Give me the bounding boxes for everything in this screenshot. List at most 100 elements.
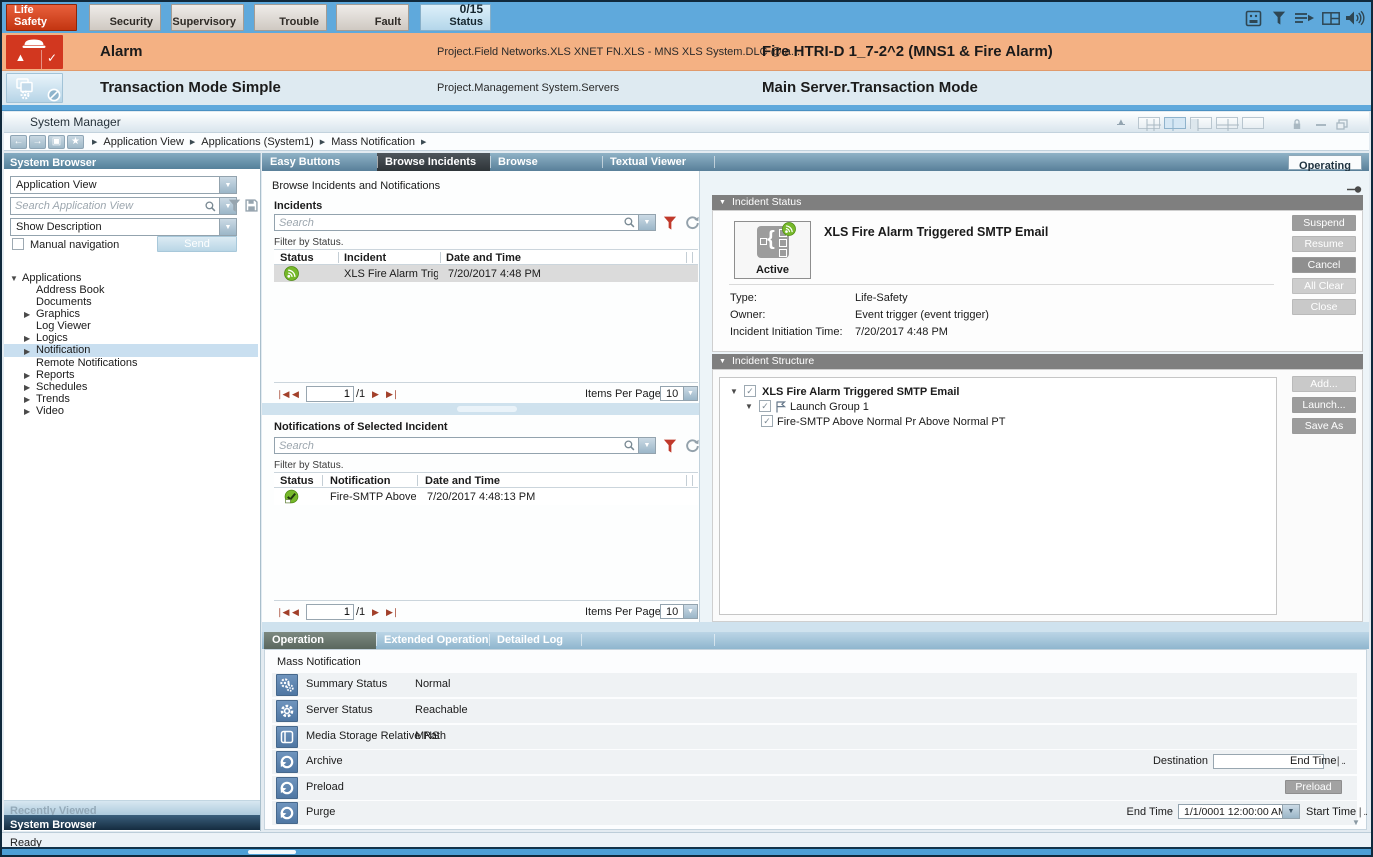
layout-single-pane-icon[interactable]	[1242, 117, 1264, 129]
column-status[interactable]: Status	[280, 251, 314, 265]
column-status[interactable]: Status	[280, 474, 314, 488]
tree-item-trends[interactable]: ▶Trends	[4, 393, 258, 405]
notifications-refresh-icon[interactable]	[685, 438, 700, 458]
split-view-icon[interactable]	[1322, 12, 1340, 30]
chevron-down-icon[interactable]: ▼	[219, 219, 236, 235]
op-row-media-storage[interactable]: Media Storage Relative Path MNS	[272, 725, 1357, 749]
tree-item-notification[interactable]: ▶Notification	[4, 344, 258, 357]
tree-item-address-book[interactable]: Address Book	[4, 284, 258, 296]
op-row-archive[interactable]: Archive Destination End Time ❘..	[272, 750, 1357, 774]
end-time-picker-handle[interactable]: ❘..	[1334, 756, 1345, 767]
page-number-input[interactable]	[306, 604, 354, 620]
notification-row[interactable]: Fire-SMTP Above No 7/20/2017 4:48:13 PM	[274, 488, 698, 505]
tab-extended-operation[interactable]: Extended Operation	[376, 632, 489, 649]
layout-left-pane-icon[interactable]	[1190, 117, 1212, 129]
sound-icon[interactable]	[1345, 10, 1365, 31]
tree-item-log-viewer[interactable]: Log Viewer	[4, 320, 258, 332]
save-as-button[interactable]: Save As	[1292, 418, 1356, 434]
minimize-icon[interactable]	[1316, 124, 1326, 126]
alarm-source-icon[interactable]: ▲ ✓	[6, 35, 63, 69]
tree-item-graphics[interactable]: ▶Graphics	[4, 308, 258, 320]
fault-button[interactable]: Fault	[336, 4, 409, 31]
collapse-icon[interactable]: ▼	[719, 354, 726, 369]
next-page-icon[interactable]: ▶	[372, 389, 378, 400]
collapse-pane-icon[interactable]: ▲	[1117, 117, 1125, 127]
browser-filter-icon[interactable]	[228, 199, 241, 218]
favorites-star-button[interactable]: ★	[67, 135, 84, 149]
collapse-icon[interactable]: ▼	[719, 195, 726, 210]
layout-grid-icon[interactable]	[1216, 117, 1238, 129]
tree-item-logics[interactable]: ▶Logics	[4, 332, 258, 344]
structure-checkbox[interactable]: ✓	[761, 415, 773, 427]
event-panel-icon[interactable]	[1245, 10, 1262, 32]
resume-button[interactable]: Resume	[1292, 236, 1356, 252]
tree-item-reports[interactable]: ▶Reports	[4, 369, 258, 381]
browser-search-input[interactable]	[11, 200, 202, 212]
supervisory-button[interactable]: Supervisory	[171, 4, 244, 31]
search-icon[interactable]	[202, 201, 219, 212]
tab-textual-viewer[interactable]: Textual Viewer	[602, 153, 714, 171]
expander-icon[interactable]: ▶	[24, 406, 30, 418]
operating-mode-button[interactable]: Operating	[1288, 155, 1362, 170]
incident-row[interactable]: XLS Fire Alarm Triggere 7/20/2017 4:48 P…	[274, 265, 698, 282]
event-filter-icon[interactable]	[1272, 11, 1286, 31]
incidents-search-input[interactable]	[275, 217, 621, 229]
suspend-button[interactable]: Suspend	[1292, 215, 1356, 231]
status-button[interactable]: 0/15 Status	[420, 4, 491, 31]
notifications-table-body[interactable]	[274, 505, 698, 601]
scroll-down-icon[interactable]: ▼	[1352, 818, 1360, 827]
tree-item-video[interactable]: ▶Video	[4, 405, 258, 417]
op-row-server-status[interactable]: Server Status Reachable	[272, 699, 1357, 723]
add-button[interactable]: Add...	[1292, 376, 1356, 392]
tab-browse-notifications[interactable]: Browse Notifications	[490, 153, 602, 171]
send-button[interactable]: Send	[157, 236, 237, 252]
items-per-page-select[interactable]: 10 ▼	[660, 604, 698, 619]
manual-navigation-checkbox[interactable]	[12, 238, 24, 250]
chevron-down-icon[interactable]: ▼	[683, 387, 697, 400]
forward-button[interactable]: →	[29, 135, 46, 149]
column-datetime[interactable]: Date and Time	[425, 474, 500, 488]
tree-item-schedules[interactable]: ▶Schedules	[4, 381, 258, 393]
collapse-expander-icon[interactable]: ▼	[730, 387, 738, 396]
back-button[interactable]: ←	[10, 135, 27, 149]
all-clear-button[interactable]: All Clear	[1292, 278, 1356, 294]
breadcrumb-item[interactable]: Application View	[103, 136, 184, 148]
prev-page-icon[interactable]: ◀	[292, 389, 298, 400]
search-icon[interactable]	[621, 440, 638, 451]
tree-item-applications[interactable]: ▼Applications	[4, 272, 258, 284]
op-row-summary-status[interactable]: Summary Status Normal	[272, 673, 1357, 697]
collapse-expander-icon[interactable]: ▼	[745, 402, 753, 411]
first-page-icon[interactable]: ❘◀	[276, 389, 288, 400]
tree-item-documents[interactable]: Documents	[4, 296, 258, 308]
trouble-button[interactable]: Trouble	[254, 4, 327, 31]
event-row-alarm[interactable]: ▲ ✓ Alarm Project.Field Networks.XLS XNE…	[2, 33, 1371, 71]
tab-operation[interactable]: Operation	[264, 632, 376, 649]
purge-end-time-select[interactable]: 1/1/0001 12:00:00 AM ▼	[1178, 804, 1300, 819]
breadcrumb-item[interactable]: Applications (System1)	[201, 136, 314, 148]
chevron-down-icon[interactable]: ▼	[219, 177, 236, 193]
column-incident[interactable]: Incident	[344, 251, 386, 265]
incidents-table-body[interactable]	[274, 282, 698, 383]
display-selector[interactable]: Show Description ▼	[10, 218, 237, 236]
view-selector[interactable]: Application View ▼	[10, 176, 237, 194]
structure-group-row[interactable]: ▼ ✓ Launch Group 1	[720, 400, 1276, 414]
incident-status-header[interactable]: ▼ Incident Status	[712, 195, 1363, 210]
tab-easy-buttons[interactable]: Easy Buttons	[262, 153, 377, 171]
cancel-button[interactable]: Cancel	[1292, 257, 1356, 273]
chevron-down-icon[interactable]: ▼	[1282, 805, 1299, 818]
structure-checkbox[interactable]: ✓	[744, 385, 756, 397]
recently-viewed-bar[interactable]: Recently Viewed	[4, 800, 260, 815]
structure-leaf-row[interactable]: ✓ Fire-SMTP Above Normal Pr Above Normal…	[720, 415, 1276, 429]
next-page-icon[interactable]: ▶	[372, 607, 378, 618]
prev-page-icon[interactable]: ◀	[292, 607, 298, 618]
op-row-purge[interactable]: Purge End Time 1/1/0001 12:00:00 AM ▼ St…	[272, 801, 1357, 825]
recent-views-button[interactable]: ▣	[48, 135, 65, 149]
preload-button[interactable]: Preload	[1285, 780, 1342, 794]
layout-quad-left-icon[interactable]	[1138, 117, 1160, 129]
tab-detailed-log[interactable]: Detailed Log	[489, 632, 581, 649]
event-row-transaction-mode[interactable]: Transaction Mode Simple Project.Manageme…	[2, 71, 1371, 105]
system-browser-footer-bar[interactable]: System Browser	[4, 815, 260, 830]
incident-structure-header[interactable]: ▼ Incident Structure	[712, 354, 1363, 369]
save-search-icon[interactable]	[245, 199, 258, 217]
page-number-input[interactable]	[306, 386, 354, 402]
